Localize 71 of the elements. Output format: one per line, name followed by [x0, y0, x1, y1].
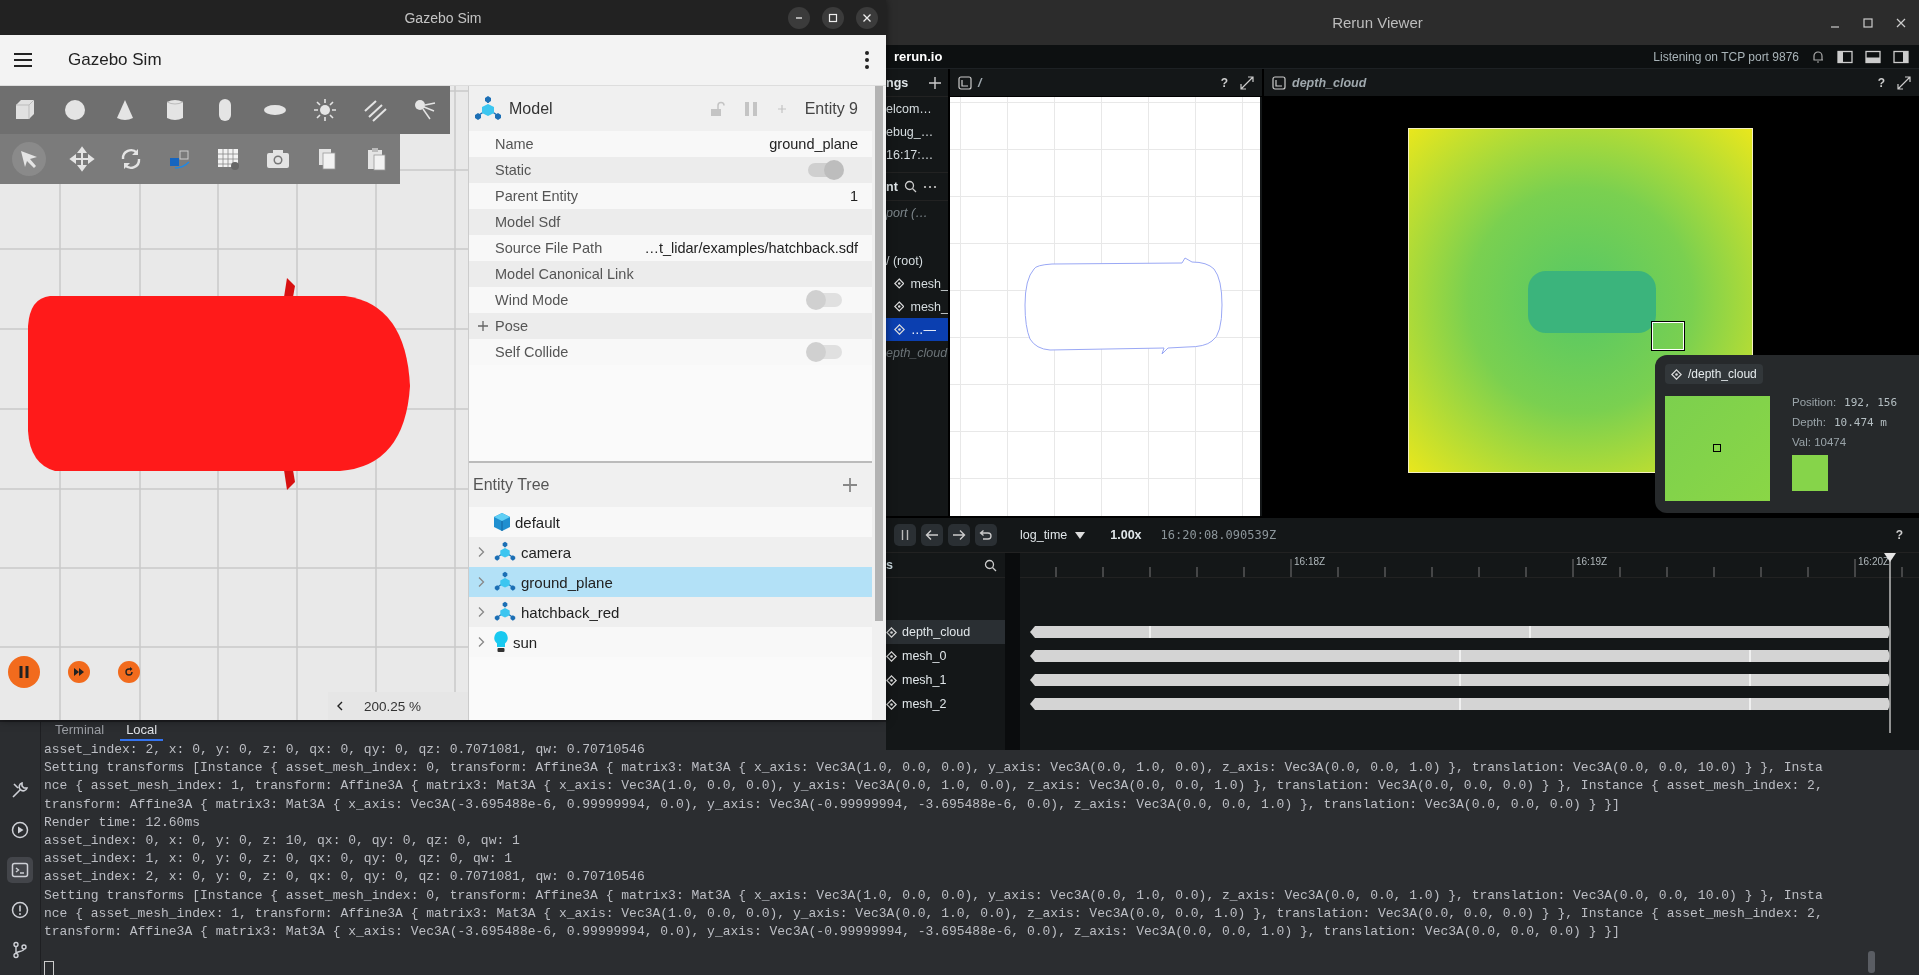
terminal-line: asset_index: 2, x: 0, y: 0, z: 0, qx: 0, qy: 0, qz: 0.7071081, qw: 0.70710546: [44, 868, 645, 887]
window-title: Rerun Viewer: [1332, 14, 1423, 31]
field-label: Position:: [1792, 396, 1837, 409]
field-value: 10.474 m: [1833, 416, 1887, 429]
field-label: Depth:: [1792, 416, 1826, 429]
terminal-line: Setting transforms [Instance { asset_mesh_index: 0, transform: Affine3A { matrix3: Mat3A { x_axis: Vec3A(1.0, 0.0, 0.0), y_axis: Vec3A(0.0, 1.0, 0.0), z_axis: Vec3A(0.0, 0.0, 1.0) }, translation: Vec3A(0.0, 0.0, 10.0) } }, Insta: [44, 759, 1823, 778]
view-title[interactable]: depth_cloud: [1292, 75, 1367, 90]
time-label: 16:18Z: [1294, 556, 1326, 567]
tree-item[interactable]: / (root): [886, 249, 948, 272]
pixel-value: Val: 10474: [1792, 436, 1847, 448]
tree-item[interactable]: epth_cloud: [886, 341, 948, 364]
tree-item[interactable]: …—: [886, 318, 948, 341]
window-title: Gazebo Sim: [404, 9, 482, 26]
property-value: 1: [849, 188, 858, 204]
stream-item[interactable]: mesh_0: [886, 644, 1005, 668]
field-value: 192, 156: [1844, 396, 1898, 409]
property-label: Self Collide: [495, 344, 569, 360]
timeline-selector[interactable]: log_time: [1020, 528, 1086, 542]
time-label: 16:19Z: [1576, 556, 1608, 567]
help-icon[interactable]: ?: [1895, 528, 1903, 542]
recording-item[interactable]: ebug_…: [886, 120, 948, 143]
stream-item[interactable]: depth_cloud: [886, 620, 1005, 644]
app-title: Gazebo Sim: [68, 50, 162, 70]
entity-chip[interactable]: /depth_cloud: [1665, 364, 1763, 384]
property-group[interactable]: Pose: [495, 318, 529, 334]
recording-item[interactable]: 16:17:…: [886, 143, 948, 166]
tree-item[interactable]: camera: [469, 537, 872, 567]
panel-title: ngs: [886, 75, 909, 90]
property-label: Static: [495, 162, 532, 178]
tree-item[interactable]: ground_plane: [469, 567, 872, 597]
panel-title: nt: [886, 179, 898, 194]
view-item[interactable]: port (…: [886, 201, 948, 224]
terminal-line: asset_index: 2, x: 0, y: 0, z: 0, qx: 0, qy: 0, qz: 0.7071081, qw: 0.70710546: [44, 741, 645, 759]
terminal-line: Setting transforms [Instance { asset_mesh_index: 0, transform: Affine3A { matrix3: Mat3A { x_axis: Vec3A(1.0, 0.0, 0.0), y_axis: Vec3A(0.0, 1.0, 0.0), z_axis: Vec3A(0.0, 0.0, 1.0) }, translation: Vec3A(0.0, 0.0, 10.0) } }, Insta: [44, 886, 1823, 905]
help-icon[interactable]: ?: [1220, 75, 1228, 90]
property-label: Wind Mode: [495, 292, 569, 308]
panel-title: s: [886, 558, 893, 572]
terminal-line: asset_index: 0, x: 0, y: 0, z: 10, qx: 0, qy: 0, qz: 0, qw: 1: [44, 832, 520, 850]
view-title[interactable]: /: [978, 75, 982, 90]
terminal-line: Render time: 12.60ms: [44, 813, 201, 832]
terminal-line: nce { asset_mesh_index: 1, transform: Affine3A { matrix3: Mat3A { x_axis: Vec3A(1.0, 0.0, 0.0), y_axis: Vec3A(0.0, 1.0, 0.0), z_axis: Vec3A(0.0, 0.0, 1.0) }, translation: Vec3A(0.0, 0.0, 0.0) } }, Instance { asset_mesh_index: 2,: [44, 777, 1823, 796]
terminal-line: transform: Affine3A { matrix3: Mat3A { x_axis: Vec3A(-3.695488e-6, 0.99999994, 0.0), y_axis: Vec3A(-0.99999994, -3.695488e-6, 0.0), z_axis: Vec3A(0.0, 0.0, 1.0) }, translation: Vec3A(0.0, 0.0, 0.0) } }]: [44, 795, 1620, 814]
time-label: 16:20Z: [1858, 556, 1890, 567]
property-label: Model Canonical Link: [495, 266, 634, 282]
current-time: 16:20:08.090539Z: [1160, 528, 1277, 542]
property-label: Source File Path: [495, 240, 603, 256]
help-icon[interactable]: ?: [1877, 75, 1885, 90]
terminal-line: asset_index: 1, x: 0, y: 0, z: 0, qx: 0, qy: 0, qz: 0, qw: 1: [44, 850, 513, 869]
connection-status: Listening on TCP port 9876: [1653, 49, 1799, 64]
tree-item[interactable]: mesh_: [886, 295, 948, 318]
property-value: …t_lidar/examples/hatchback.sdf: [644, 240, 858, 256]
recording-item[interactable]: elcom…: [886, 97, 948, 120]
property-label: Parent Entity: [495, 188, 578, 204]
panel-title: Entity Tree: [473, 476, 550, 494]
entity-path: /depth_cloud: [1688, 367, 1757, 381]
stream-item[interactable]: mesh_1: [886, 668, 1005, 692]
entity-id: Entity 9: [804, 99, 858, 118]
property-value: ground_plane: [769, 136, 858, 152]
property-label: Name: [495, 136, 534, 152]
zoom-level: 200.25 %: [364, 698, 422, 714]
tree-item[interactable]: mesh_: [886, 272, 948, 295]
stream-item[interactable]: mesh_2: [886, 692, 1005, 716]
playback-speed[interactable]: 1.00x: [1110, 528, 1142, 542]
property-label: Model Sdf: [495, 214, 561, 230]
terminal-line: transform: Affine3A { matrix3: Mat3A { x_axis: Vec3A(-3.695488e-6, 0.99999994, 0.0), y_axis: Vec3A(-0.99999994, -3.695488e-6, 0.0), z_axis: Vec3A(0.0, 0.0, 1.0) }, translation: Vec3A(0.0, 0.0, 0.0) } }]: [44, 923, 1620, 942]
component-title: Model: [509, 99, 553, 118]
terminal-line: nce { asset_mesh_index: 1, transform: Affine3A { matrix3: Mat3A { x_axis: Vec3A(1.0, 0.0, 0.0), y_axis: Vec3A(0.0, 1.0, 0.0), z_axis: Vec3A(0.0, 0.0, 1.0) }, translation: Vec3A(0.0, 0.0, 0.0) } }, Instance { asset_mesh_index: 2,: [44, 904, 1823, 923]
app-brand[interactable]: rerun.io: [894, 49, 943, 64]
terminal-tab[interactable]: Local: [120, 722, 164, 741]
tree-item[interactable]: hatchback_red: [469, 597, 872, 627]
terminal-tab[interactable]: Terminal: [49, 722, 111, 741]
